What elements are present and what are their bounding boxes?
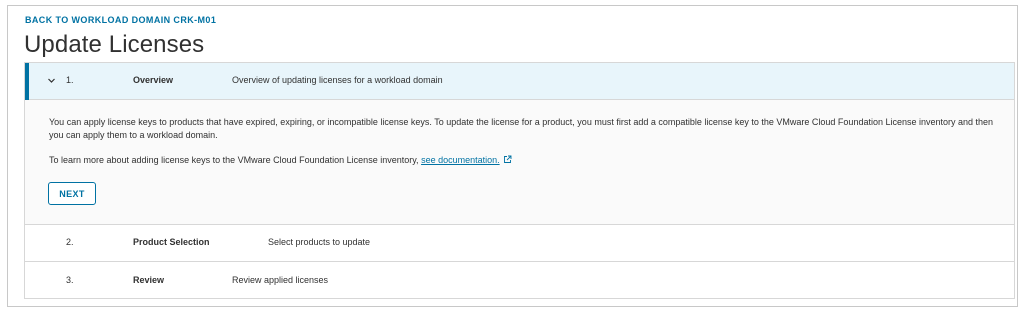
step-3-number: 3. — [66, 275, 74, 285]
active-step-indicator — [25, 63, 29, 100]
step-1-description: Overview of updating licenses for a work… — [232, 75, 443, 85]
chevron-down-icon — [48, 78, 55, 83]
step-2-description: Select products to update — [268, 237, 371, 247]
overview-paragraph-2-text: To learn more about adding license keys … — [49, 155, 419, 165]
step-1-title: Overview — [133, 75, 174, 85]
overview-paragraph-2: To learn more about adding license keys … — [49, 154, 512, 167]
overview-paragraph-1: You can apply license keys to products t… — [49, 117, 994, 140]
back-to-workload-domain-link[interactable]: BACK TO WORKLOAD DOMAIN CRK-M01 — [25, 15, 216, 25]
step-3-header[interactable]: 3. Review Review applied licenses — [25, 263, 1014, 300]
step-2-number: 2. — [66, 237, 74, 247]
see-documentation-link[interactable]: see documentation. — [421, 155, 500, 165]
step-3-title: Review — [133, 275, 165, 285]
step-2-header[interactable]: 2. Product Selection Select products to … — [25, 225, 1014, 262]
external-link-icon — [503, 155, 512, 163]
wizard-stepper: 1. Overview Overview of updating license… — [24, 62, 1015, 299]
page-title: Update Licenses — [24, 31, 205, 58]
step-2-title: Product Selection — [133, 237, 210, 247]
next-button[interactable]: NEXT — [48, 182, 96, 205]
step-3-description: Review applied licenses — [232, 275, 329, 285]
step-1-number: 1. — [66, 75, 74, 85]
step-1-header[interactable]: 1. Overview Overview of updating license… — [25, 63, 1014, 100]
step-1-content: You can apply license keys to products t… — [25, 100, 1014, 225]
